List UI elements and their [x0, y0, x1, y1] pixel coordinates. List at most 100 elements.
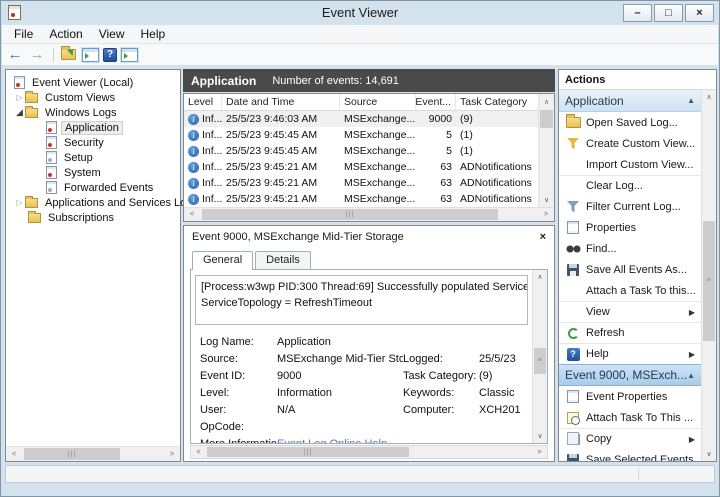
action-open-saved-log[interactable]: Open Saved Log...	[559, 112, 701, 133]
scroll-right-icon[interactable]: >	[538, 208, 554, 221]
table-row[interactable]: i Inf... 25/5/23 9:45:45 AM MSExchange...…	[184, 127, 538, 143]
actions-vertical-scrollbar[interactable]: ∧ ≡ ∨	[701, 90, 716, 461]
task-icon	[567, 411, 580, 425]
action-save-selected-events[interactable]: Save Selected Events...	[559, 449, 701, 461]
application-log-icon	[46, 121, 57, 134]
information-icon: i	[188, 177, 199, 189]
scroll-left-icon[interactable]: <	[191, 446, 206, 458]
tree-item-application[interactable]: Application	[6, 120, 180, 135]
tree-item-applications-and-services[interactable]: ▷ Applications and Services Lo	[6, 195, 186, 210]
action-import-custom-view[interactable]: Import Custom View...	[559, 154, 701, 175]
scrollbar-thumb[interactable]: ≡	[703, 220, 715, 341]
maximize-button[interactable]: □	[654, 4, 683, 22]
menu-help[interactable]: Help	[133, 27, 174, 41]
table-row[interactable]: i Inf... 25/5/23 9:45:21 AM MSExchange...…	[184, 191, 538, 207]
table-row[interactable]: i Inf... 25/5/23 9:45:45 AM MSExchange...…	[184, 143, 538, 159]
event-message-line1: [Process:w3wp PID:300 Thread:69] Success…	[201, 281, 528, 293]
action-save-all-events-as[interactable]: Save All Events As...	[559, 259, 701, 280]
column-event-id[interactable]: Event...	[416, 94, 456, 110]
collapse-section-icon[interactable]: ▲	[687, 96, 695, 105]
tree-item-setup[interactable]: Setup	[6, 150, 180, 165]
detail-horizontal-scrollbar[interactable]: < ||| >	[190, 445, 548, 459]
show-console-tree-icon[interactable]	[82, 47, 99, 62]
level-label: Level:	[200, 387, 230, 399]
show-action-pane-icon[interactable]	[121, 47, 138, 62]
event-list-vertical-scrollbar[interactable]: ∧ ∨	[538, 94, 554, 207]
action-help[interactable]: ? Help ▶	[559, 343, 701, 364]
scrollbar-thumb[interactable]: |||	[207, 447, 410, 457]
tab-details[interactable]: Details	[255, 251, 311, 269]
action-clear-log[interactable]: Clear Log...	[559, 175, 701, 196]
action-attach-task-to-log[interactable]: Attach a Task To this...	[559, 280, 701, 301]
expand-icon[interactable]: ▷	[14, 198, 25, 207]
tree-item-windows-logs[interactable]: ◢ Windows Logs	[6, 105, 180, 120]
information-icon: i	[188, 193, 199, 205]
computer-label: Computer:	[403, 404, 455, 416]
tree-item-custom-views[interactable]: ▷ Custom Views	[6, 90, 180, 105]
menu-action[interactable]: Action	[41, 27, 90, 41]
user-label: User:	[200, 404, 227, 416]
collapse-icon[interactable]: ◢	[14, 107, 25, 118]
close-button[interactable]: ×	[685, 4, 714, 22]
scrollbar-thumb[interactable]	[540, 110, 553, 128]
tree-item-system[interactable]: System	[6, 165, 180, 180]
action-properties[interactable]: Properties	[559, 217, 701, 238]
submenu-arrow-icon: ▶	[688, 307, 695, 317]
detail-vertical-scrollbar[interactable]: ∧ ≡ ∨	[532, 270, 547, 443]
scroll-down-icon[interactable]: ∨	[539, 192, 554, 207]
scroll-left-icon[interactable]: <	[6, 447, 22, 461]
action-view[interactable]: View ▶	[559, 301, 701, 322]
tree-item-security[interactable]: Security	[6, 135, 180, 150]
column-level[interactable]: Level	[184, 94, 222, 110]
expand-icon[interactable]: ▷	[14, 93, 25, 102]
scroll-up-icon[interactable]: ∧	[539, 94, 554, 109]
column-date-and-time[interactable]: Date and Time	[222, 94, 340, 110]
forward-icon[interactable]: →	[28, 47, 46, 62]
table-row[interactable]: i Inf... 25/5/23 9:45:21 AM MSExchange...…	[184, 175, 538, 191]
custom-views-folder-icon	[25, 90, 38, 103]
menu-file[interactable]: File	[6, 27, 41, 41]
scroll-down-icon[interactable]: ∨	[533, 429, 547, 443]
column-source[interactable]: Source	[340, 94, 416, 110]
apps-services-folder-icon	[25, 195, 38, 208]
event-list-horizontal-scrollbar[interactable]: < ||| >	[184, 207, 554, 221]
action-copy[interactable]: Copy ▶	[559, 428, 701, 449]
minimize-button[interactable]: –	[623, 4, 652, 22]
close-detail-icon[interactable]: ×	[540, 231, 546, 243]
title-bar: Event Viewer – □ ×	[1, 1, 719, 25]
help-icon[interactable]: ?	[103, 47, 117, 62]
scrollbar-thumb[interactable]: ≡	[534, 347, 546, 374]
scrollbar-thumb[interactable]: |||	[202, 209, 498, 220]
actions-section-application[interactable]: Application ▲	[559, 90, 701, 112]
table-row[interactable]: i Inf... 25/5/23 9:45:21 AM MSExchange...…	[184, 159, 538, 175]
column-task-category[interactable]: Task Category	[456, 94, 538, 110]
tree-item-forwarded-events[interactable]: Forwarded Events	[6, 180, 180, 195]
tab-general[interactable]: General	[192, 251, 254, 270]
action-attach-task-to-event[interactable]: Attach Task To This ...	[559, 407, 701, 428]
tree-item-subscriptions[interactable]: Subscriptions	[6, 210, 180, 225]
menu-view[interactable]: View	[91, 27, 133, 41]
back-icon[interactable]: ←	[6, 47, 24, 62]
toolbar-separator	[53, 47, 54, 62]
tree-item-event-viewer-local[interactable]: Event Viewer (Local)	[6, 75, 180, 90]
export-list-icon[interactable]	[61, 46, 76, 60]
action-refresh[interactable]: Refresh	[559, 322, 701, 343]
opcode-label: OpCode:	[200, 421, 245, 433]
scroll-right-icon[interactable]: >	[164, 447, 180, 461]
table-row[interactable]: i Inf... 25/5/23 9:46:03 AM MSExchange...…	[184, 111, 538, 127]
scroll-down-icon[interactable]: ∨	[702, 447, 716, 461]
collapse-section-icon[interactable]: ▲	[687, 371, 695, 380]
scrollbar-thumb[interactable]: |||	[24, 448, 120, 460]
action-find[interactable]: Find...	[559, 238, 701, 259]
actions-section-event-9000[interactable]: Event 9000, MSExch... ▲	[559, 364, 701, 386]
tree-horizontal-scrollbar[interactable]: < ||| >	[6, 446, 180, 461]
action-event-properties[interactable]: Event Properties	[559, 386, 701, 407]
action-create-custom-view[interactable]: Create Custom View...	[559, 133, 701, 154]
action-filter-current-log[interactable]: Filter Current Log...	[559, 196, 701, 217]
copy-icon	[566, 431, 580, 445]
scroll-up-icon[interactable]: ∧	[702, 90, 716, 104]
scroll-left-icon[interactable]: <	[184, 208, 200, 221]
scroll-up-icon[interactable]: ∧	[533, 270, 547, 284]
scroll-right-icon[interactable]: >	[532, 446, 547, 458]
event-log-online-help-link[interactable]: Event Log Online Help	[277, 436, 403, 443]
